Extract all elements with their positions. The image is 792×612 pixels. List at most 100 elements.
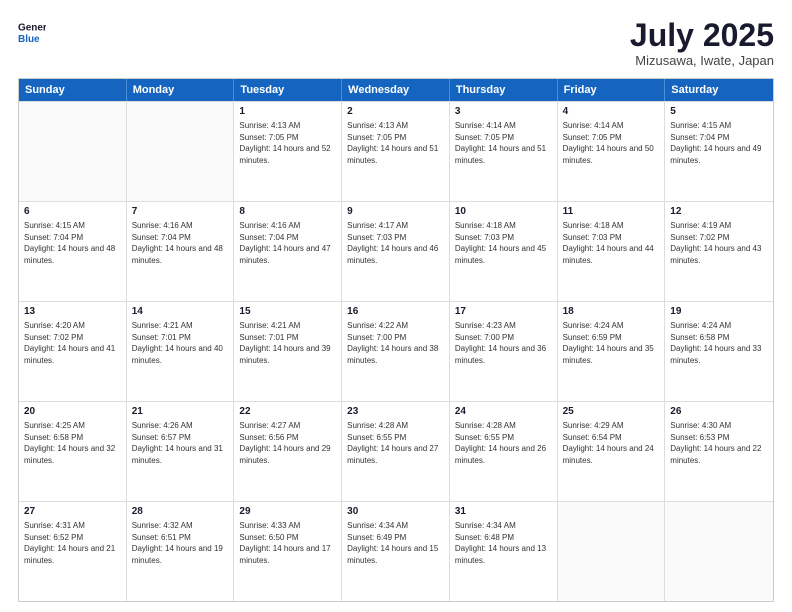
day-number: 9 — [347, 205, 444, 219]
cell-info: Sunrise: 4:28 AMSunset: 6:55 PMDaylight:… — [347, 420, 444, 466]
day-31: 31Sunrise: 4:34 AMSunset: 6:48 PMDayligh… — [450, 502, 558, 601]
day-6: 6Sunrise: 4:15 AMSunset: 7:04 PMDaylight… — [19, 202, 127, 301]
day-28: 28Sunrise: 4:32 AMSunset: 6:51 PMDayligh… — [127, 502, 235, 601]
logo-icon: GeneralBlue — [18, 18, 46, 46]
week-row-2: 6Sunrise: 4:15 AMSunset: 7:04 PMDaylight… — [19, 201, 773, 301]
cell-info: Sunrise: 4:28 AMSunset: 6:55 PMDaylight:… — [455, 420, 552, 466]
cell-info: Sunrise: 4:24 AMSunset: 6:59 PMDaylight:… — [563, 320, 660, 366]
day-18: 18Sunrise: 4:24 AMSunset: 6:59 PMDayligh… — [558, 302, 666, 401]
day-7: 7Sunrise: 4:16 AMSunset: 7:04 PMDaylight… — [127, 202, 235, 301]
day-24: 24Sunrise: 4:28 AMSunset: 6:55 PMDayligh… — [450, 402, 558, 501]
location: Mizusawa, Iwate, Japan — [630, 53, 774, 68]
day-number: 27 — [24, 505, 121, 519]
cell-info: Sunrise: 4:33 AMSunset: 6:50 PMDaylight:… — [239, 520, 336, 566]
week-row-3: 13Sunrise: 4:20 AMSunset: 7:02 PMDayligh… — [19, 301, 773, 401]
cell-info: Sunrise: 4:32 AMSunset: 6:51 PMDaylight:… — [132, 520, 229, 566]
cell-info: Sunrise: 4:18 AMSunset: 7:03 PMDaylight:… — [563, 220, 660, 266]
cell-info: Sunrise: 4:13 AMSunset: 7:05 PMDaylight:… — [347, 120, 444, 166]
day-number: 28 — [132, 505, 229, 519]
header-day-monday: Monday — [127, 79, 235, 101]
week-row-1: 1 Sunrise: 4:13 AMSunset: 7:05 PMDaylight… — [19, 101, 773, 201]
day-number: 7 — [132, 205, 229, 219]
cell-info: Sunrise: 4:15 AMSunset: 7:04 PMDaylight:… — [670, 120, 768, 166]
cell-info: Sunrise: 4:16 AMSunset: 7:04 PMDaylight:… — [132, 220, 229, 266]
day-number: 25 — [563, 405, 660, 419]
week-row-5: 27Sunrise: 4:31 AMSunset: 6:52 PMDayligh… — [19, 501, 773, 601]
day-number: 2 — [347, 105, 444, 119]
cell-info: Sunrise: 4:16 AMSunset: 7:04 PMDaylight:… — [239, 220, 336, 266]
day-14: 14Sunrise: 4:21 AMSunset: 7:01 PMDayligh… — [127, 302, 235, 401]
header-day-saturday: Saturday — [665, 79, 773, 101]
day-number: 26 — [670, 405, 768, 419]
cell-info: Sunrise: 4:34 AMSunset: 6:48 PMDaylight:… — [455, 520, 552, 566]
day-11: 11Sunrise: 4:18 AMSunset: 7:03 PMDayligh… — [558, 202, 666, 301]
svg-text:General: General — [18, 23, 46, 34]
day-1: 1Sunrise: 4:13 AMSunset: 7:05 PMDaylight… — [234, 102, 342, 201]
day-number: 17 — [455, 305, 552, 319]
day-25: 25Sunrise: 4:29 AMSunset: 6:54 PMDayligh… — [558, 402, 666, 501]
cell-info: Sunrise: 4:14 AMSunset: 7:05 PMDaylight:… — [455, 120, 552, 166]
cell-info: Sunrise: 4:22 AMSunset: 7:00 PMDaylight:… — [347, 320, 444, 366]
day-number: 8 — [239, 205, 336, 219]
header: GeneralBlue July 2025 Mizusawa, Iwate, J… — [18, 18, 774, 68]
day-number: 21 — [132, 405, 229, 419]
day-number: 6 — [24, 205, 121, 219]
cell-info: Sunrise: 4:15 AMSunset: 7:04 PMDaylight:… — [24, 220, 121, 266]
cell-info: Sunrise: 4:14 AMSunset: 7:05 PMDaylight:… — [563, 120, 660, 166]
title-block: July 2025 Mizusawa, Iwate, Japan — [630, 18, 774, 68]
page: GeneralBlue July 2025 Mizusawa, Iwate, J… — [0, 0, 792, 612]
cell-info: Sunrise: 4:24 AMSunset: 6:58 PMDaylight:… — [670, 320, 768, 366]
header-day-sunday: Sunday — [19, 79, 127, 101]
day-13: 13Sunrise: 4:20 AMSunset: 7:02 PMDayligh… — [19, 302, 127, 401]
day-number: 16 — [347, 305, 444, 319]
day-3: 3Sunrise: 4:14 AMSunset: 7:05 PMDaylight… — [450, 102, 558, 201]
day-number: 15 — [239, 305, 336, 319]
day-19: 19Sunrise: 4:24 AMSunset: 6:58 PMDayligh… — [665, 302, 773, 401]
day-number: 24 — [455, 405, 552, 419]
day-10: 10Sunrise: 4:18 AMSunset: 7:03 PMDayligh… — [450, 202, 558, 301]
header-day-tuesday: Tuesday — [234, 79, 342, 101]
day-30: 30Sunrise: 4:34 AMSunset: 6:49 PMDayligh… — [342, 502, 450, 601]
day-number: 1 — [239, 105, 336, 119]
day-27: 27Sunrise: 4:31 AMSunset: 6:52 PMDayligh… — [19, 502, 127, 601]
calendar-body: 1 Sunrise: 4:13 AMSunset: 7:05 PMDaylight… — [19, 101, 773, 601]
day-number: 18 — [563, 305, 660, 319]
cell-info: Sunrise: 4:21 AMSunset: 7:01 PMDaylight:… — [239, 320, 336, 366]
day-5: 5Sunrise: 4:15 AMSunset: 7:04 PMDaylight… — [665, 102, 773, 201]
day-23: 23Sunrise: 4:28 AMSunset: 6:55 PMDayligh… — [342, 402, 450, 501]
empty-cell-0-1 — [127, 102, 235, 201]
month-title: July 2025 — [630, 18, 774, 53]
cell-info: Sunrise: 4:30 AMSunset: 6:53 PMDaylight:… — [670, 420, 768, 466]
day-4: 4Sunrise: 4:14 AMSunset: 7:05 PMDaylight… — [558, 102, 666, 201]
day-number: 22 — [239, 405, 336, 419]
calendar-header: SundayMondayTuesdayWednesdayThursdayFrid… — [19, 79, 773, 101]
day-12: 12Sunrise: 4:19 AMSunset: 7:02 PMDayligh… — [665, 202, 773, 301]
logo: GeneralBlue — [18, 18, 50, 46]
cell-info: Sunrise: 4:23 AMSunset: 7:00 PMDaylight:… — [455, 320, 552, 366]
day-number: 10 — [455, 205, 552, 219]
day-number: 30 — [347, 505, 444, 519]
calendar: SundayMondayTuesdayWednesdayThursdayFrid… — [18, 78, 774, 602]
day-number: 3 — [455, 105, 552, 119]
day-number: 5 — [670, 105, 768, 119]
day-number: 29 — [239, 505, 336, 519]
cell-info: Sunrise: 4:25 AMSunset: 6:58 PMDaylight:… — [24, 420, 121, 466]
cell-info: Sunrise: 4:26 AMSunset: 6:57 PMDaylight:… — [132, 420, 229, 466]
cell-info: Sunrise: 4:31 AMSunset: 6:52 PMDaylight:… — [24, 520, 121, 566]
day-number: 11 — [563, 205, 660, 219]
week-row-4: 20Sunrise: 4:25 AMSunset: 6:58 PMDayligh… — [19, 401, 773, 501]
svg-text:Blue: Blue — [18, 34, 40, 45]
cell-info: Sunrise: 4:34 AMSunset: 6:49 PMDaylight:… — [347, 520, 444, 566]
cell-info: Sunrise: 4:29 AMSunset: 6:54 PMDaylight:… — [563, 420, 660, 466]
day-number: 20 — [24, 405, 121, 419]
day-22: 22Sunrise: 4:27 AMSunset: 6:56 PMDayligh… — [234, 402, 342, 501]
day-9: 9Sunrise: 4:17 AMSunset: 7:03 PMDaylight… — [342, 202, 450, 301]
day-26: 26Sunrise: 4:30 AMSunset: 6:53 PMDayligh… — [665, 402, 773, 501]
day-number: 14 — [132, 305, 229, 319]
cell-info: Sunrise: 4:19 AMSunset: 7:02 PMDaylight:… — [670, 220, 768, 266]
day-29: 29Sunrise: 4:33 AMSunset: 6:50 PMDayligh… — [234, 502, 342, 601]
cell-info: Sunrise: 4:27 AMSunset: 6:56 PMDaylight:… — [239, 420, 336, 466]
day-number: 12 — [670, 205, 768, 219]
day-15: 15Sunrise: 4:21 AMSunset: 7:01 PMDayligh… — [234, 302, 342, 401]
day-number: 31 — [455, 505, 552, 519]
